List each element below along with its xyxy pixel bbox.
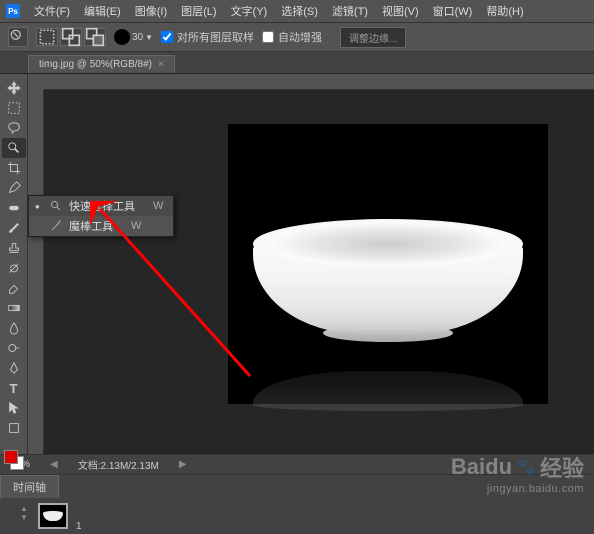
tab-title: timg.jpg @ 50%(RGB/8#) (39, 59, 152, 70)
move-tool-icon[interactable] (2, 78, 26, 98)
bowl-image (253, 194, 523, 334)
tool-flyout-menu: ● 快速选择工具 W 魔棒工具 W (28, 195, 174, 237)
history-brush-tool-icon[interactable] (2, 258, 26, 278)
info-arrow-icon[interactable]: ▶ (179, 459, 187, 470)
timeline-tab[interactable]: 时间轴 (0, 475, 59, 498)
eyedropper-tool-icon[interactable] (2, 178, 26, 198)
menu-select[interactable]: 选择(S) (275, 1, 324, 21)
ruler-vertical[interactable] (28, 90, 44, 454)
flyout-magic-wand[interactable]: 魔棒工具 W (29, 216, 173, 236)
frame-thumbnail[interactable] (38, 503, 68, 529)
shape-tool-icon[interactable] (2, 418, 26, 438)
stamp-tool-icon[interactable] (2, 238, 26, 258)
app-icon: Ps (6, 4, 20, 18)
dodge-tool-icon[interactable] (2, 338, 26, 358)
new-selection-icon[interactable] (36, 28, 58, 46)
menu-edit[interactable]: 编辑(E) (78, 1, 127, 21)
quick-select-icon (49, 200, 63, 212)
frame-nav-icons[interactable]: ▲▼ (20, 504, 30, 528)
bowl-reflection (253, 371, 523, 427)
add-selection-icon[interactable] (60, 28, 82, 46)
crop-tool-icon[interactable] (2, 158, 26, 178)
magic-wand-icon (49, 220, 63, 232)
auto-enhance-input[interactable] (262, 31, 274, 43)
status-bar: 50% ◀ 文档:2.13M/2.13M ▶ (0, 454, 594, 474)
healing-tool-icon[interactable] (2, 198, 26, 218)
flyout-label: 快速选择工具 (69, 198, 135, 214)
brush-size-picker[interactable]: 30 ▼ (114, 29, 153, 45)
flyout-shortcut: W (153, 200, 163, 212)
canvas-area (28, 74, 594, 454)
brush-preview-icon (114, 29, 130, 45)
menu-file[interactable]: 文件(F) (28, 1, 76, 21)
foreground-color-swatch[interactable] (4, 450, 18, 464)
ruler-corner (28, 74, 44, 90)
menu-layer[interactable]: 图层(L) (175, 1, 222, 21)
selected-indicator-icon: ● (35, 202, 43, 211)
menu-type[interactable]: 文字(Y) (225, 1, 274, 21)
menu-image[interactable]: 图像(I) (129, 1, 173, 21)
sample-all-input[interactable] (161, 31, 173, 43)
frames-strip: ▲▼ 1 (0, 498, 594, 534)
timeline-panel: 时间轴 (0, 474, 594, 498)
document-tab[interactable]: timg.jpg @ 50%(RGB/8#) × (28, 55, 175, 73)
selection-mode-group (36, 28, 106, 46)
brush-size-value: 30 (132, 32, 143, 43)
eraser-tool-icon[interactable] (2, 278, 26, 298)
pen-tool-icon[interactable] (2, 358, 26, 378)
brush-tool-icon[interactable] (2, 218, 26, 238)
menu-bar: Ps 文件(F) 编辑(E) 图像(I) 图层(L) 文字(Y) 选择(S) 滤… (0, 0, 594, 22)
flyout-quick-select[interactable]: ● 快速选择工具 W (29, 196, 173, 216)
marquee-tool-icon[interactable] (2, 98, 26, 118)
prev-arrow-icon[interactable]: ◀ (50, 459, 58, 470)
type-tool-icon[interactable]: T (2, 378, 26, 398)
tool-preset-icon[interactable] (8, 27, 28, 47)
auto-enhance-checkbox[interactable]: 自动增强 (262, 29, 322, 45)
blur-tool-icon[interactable] (2, 318, 26, 338)
flyout-shortcut: W (131, 220, 141, 232)
menu-help[interactable]: 帮助(H) (480, 1, 529, 21)
ruler-horizontal[interactable] (44, 74, 594, 90)
doc-info: 文档:2.13M/2.13M (78, 457, 159, 472)
sample-all-layers-checkbox[interactable]: 对所有图层取样 (161, 29, 254, 45)
menu-filter[interactable]: 滤镜(T) (326, 1, 374, 21)
frame-number: 1 (76, 521, 82, 532)
menu-window[interactable]: 窗口(W) (427, 1, 479, 21)
workspace: T ● 快速选择工具 W 魔棒工具 W (0, 74, 594, 454)
gradient-tool-icon[interactable] (2, 298, 26, 318)
lasso-tool-icon[interactable] (2, 118, 26, 138)
menu-view[interactable]: 视图(V) (376, 1, 425, 21)
path-select-tool-icon[interactable] (2, 398, 26, 418)
quick-select-tool-icon[interactable] (2, 138, 26, 158)
document-tab-bar: timg.jpg @ 50%(RGB/8#) × (0, 52, 594, 74)
flyout-label: 魔棒工具 (69, 218, 113, 234)
subtract-selection-icon[interactable] (84, 28, 106, 46)
tool-palette: T (0, 74, 28, 454)
tab-close-icon[interactable]: × (158, 59, 164, 70)
refine-edge-button[interactable]: 调整边缘... (340, 27, 406, 48)
document-canvas[interactable] (228, 124, 548, 404)
options-bar: 30 ▼ 对所有图层取样 自动增强 调整边缘... (0, 22, 594, 52)
